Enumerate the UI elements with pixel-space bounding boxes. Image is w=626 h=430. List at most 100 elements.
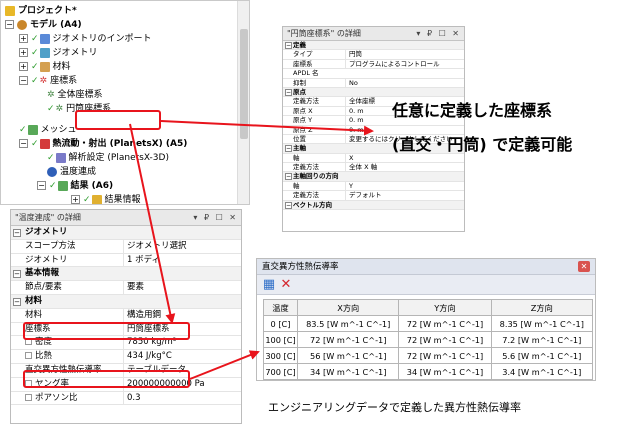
add-row-icon[interactable]: ▦ [262,278,276,292]
property-name: 材料 [25,309,43,320]
section-header[interactable]: − ベクトル方向 [283,200,464,211]
expand-icon[interactable]: + [19,48,28,57]
tree-node-temperature-coupling[interactable]: 温度連成 [47,165,96,179]
tree-node-geometry-import[interactable]: + ✓ ジオメトリのインポート [19,32,152,46]
collapse-icon[interactable]: − [19,139,28,148]
collapse-icon[interactable]: − [285,88,292,96]
tree-node-results[interactable]: − ✓ 結果 (A6) [37,179,113,193]
headline-line-1: 任意に定義した座標系 [392,101,553,120]
collapse-icon[interactable]: − [19,76,28,85]
tree-node-global-cs[interactable]: ✲ 全体座標系 [47,88,103,102]
tree-scrollbar[interactable] [237,1,249,204]
tree-node-model[interactable]: − モデル (A4) [5,18,82,32]
column-header[interactable]: Z方向 [490,299,594,316]
table-row[interactable]: 0 [C] 83.5 [W m^-1 C^-1] 72 [W m^-1 C^-1] 8… [263,315,594,332]
section-header[interactable]: − 原点 [283,87,464,98]
property-name: タイプ [293,50,313,59]
table-row[interactable]: 300 [C] 56 [W m^-1 C^-1] 72 [W m^-1 C^-1] 5… [263,347,594,364]
expand-icon[interactable]: + [19,62,28,71]
panel-window-controls[interactable]: ▾ ₽ ☐ ✕ [416,27,461,41]
table-row[interactable]: 100 [C] 72 [W m^-1 C^-1] 72 [W m^-1 C^-1] 7… [263,331,594,348]
section-header[interactable]: − 定義 [283,41,464,51]
column-header[interactable]: Y方向 [398,299,492,316]
table-cell[interactable]: 72 [W m^-1 C^-1] [398,331,492,348]
project-tree[interactable]: プロジェクト* − モデル (A4) + ✓ ジオメトリのインポート + ✓ ジオメトリ … [0,0,250,205]
collapse-icon[interactable]: − [5,20,14,29]
table-cell[interactable]: 8.35 [W m^-1 C^-1] [490,315,594,332]
table-cell[interactable]: 72 [W m^-1 C^-1] [296,331,400,348]
expand-icon[interactable]: + [71,195,80,204]
table-cell[interactable]: 700 [C] [263,363,298,380]
section-header[interactable]: − 主軸回りの方向 [283,172,464,182]
table-cell[interactable]: 72 [W m^-1 C^-1] [398,347,492,364]
table-cell[interactable]: 34 [W m^-1 C^-1] [296,363,400,380]
property-value[interactable]: デフォルト [345,191,464,201]
table-cell[interactable]: 72 [W m^-1 C^-1] [398,315,492,332]
property-row[interactable]: 軸Y [283,181,464,192]
property-row[interactable]: APDL 名 [283,69,464,79]
property-row[interactable]: ジオメトリ 1 ボディ [11,253,241,268]
delete-icon[interactable]: ✕ [279,278,293,292]
column-header[interactable]: X方向 [296,299,400,316]
property-value[interactable]: X [345,153,464,164]
collapse-icon[interactable]: − [285,145,292,153]
table-row[interactable]: 700 [C] 34 [W m^-1 C^-1] 34 [W m^-1 C^-1] 3… [263,363,594,380]
section-header[interactable]: − 材料 [11,294,241,309]
tree-node-analysis-settings[interactable]: ✓ 解析設定 (PlanetsX-3D) [47,151,169,165]
tree-node-analysis[interactable]: − ✓ 熱流動・射出 (PlanetsX) (A5) [19,137,187,151]
scrollbar-thumb[interactable] [240,29,248,139]
property-row[interactable]: ポアソン比 0.3 [11,391,241,406]
property-value[interactable]: 構造用鋼 [123,308,241,323]
property-value[interactable]: 全体 X 軸 [345,163,464,173]
expand-icon[interactable]: + [19,34,28,43]
property-row[interactable]: タイプ 円筒 [283,50,464,60]
checkbox[interactable] [25,393,32,401]
property-value[interactable]: 434 J/kg°C [123,350,241,364]
checkbox[interactable] [25,352,32,360]
property-value[interactable]: ジオメトリ選択 [123,239,241,254]
table-cell[interactable]: 83.5 [W m^-1 C^-1] [296,315,400,332]
property-value[interactable]: 円筒 [345,50,464,60]
property-value[interactable]: 要素 [123,281,241,295]
collapse-icon[interactable]: − [285,173,292,181]
property-value[interactable]: 0.3 [123,391,241,406]
property-row[interactable]: 定義方法 デフォルト [283,191,464,201]
collapse-icon[interactable]: − [285,42,292,49]
table-cell[interactable]: 34 [W m^-1 C^-1] [398,363,492,380]
column-header[interactable]: 温度 [263,299,298,316]
property-row[interactable]: スコープ方法 ジオメトリ選択 [11,239,241,254]
collapse-icon[interactable]: − [285,201,292,209]
table-cell[interactable]: 3.4 [W m^-1 C^-1] [490,363,594,380]
property-row[interactable]: 軸X [283,153,464,164]
table-cell[interactable]: 100 [C] [263,331,298,348]
tree-node-mesh[interactable]: ✓ メッシュ [19,123,77,137]
property-value[interactable]: No [345,78,464,88]
table-cell[interactable]: 56 [W m^-1 C^-1] [296,347,400,364]
collapse-icon[interactable]: − [37,181,46,190]
tree-node-geometry[interactable]: + ✓ ジオメトリ [19,46,98,60]
property-value[interactable]: プログラムによるコントロール [345,59,464,70]
property-row[interactable]: 比熱 434 J/kg°C [11,350,241,364]
tree-node-coordinate-systems[interactable]: − ✓✲ 座標系 [19,74,77,88]
section-header[interactable]: − 基本情報 [11,267,241,282]
collapse-icon[interactable]: − [13,270,21,279]
tree-node-result-info[interactable]: + ✓ 結果情報 [71,193,141,204]
section-header[interactable]: − ジオメトリ [11,226,241,240]
table-cell[interactable]: 5.6 [W m^-1 C^-1] [490,347,594,364]
property-row[interactable]: 抑制 No [283,78,464,88]
collapse-icon[interactable]: − [13,297,21,306]
close-icon[interactable]: ✕ [578,261,590,272]
property-row[interactable]: 節点/要素 要素 [11,281,241,295]
property-value[interactable]: 1 ボディ [123,253,241,268]
property-row[interactable]: 座標系 プログラムによるコントロール [283,59,464,70]
table-cell[interactable]: 0 [C] [263,315,298,332]
panel-window-controls[interactable]: ▾ ₽ ☐ ✕ [193,210,238,226]
tree-node-project[interactable]: プロジェクト* [5,4,77,18]
table-cell[interactable]: 300 [C] [263,347,298,364]
property-row[interactable]: 定義方法 全体 X 軸 [283,163,464,173]
property-value[interactable]: Y [345,181,464,192]
tree-node-materials[interactable]: + ✓ 材料 [19,60,71,74]
collapse-icon[interactable]: − [13,229,21,237]
property-row[interactable]: 材料 構造用鋼 [11,308,241,323]
table-cell[interactable]: 7.2 [W m^-1 C^-1] [490,331,594,348]
